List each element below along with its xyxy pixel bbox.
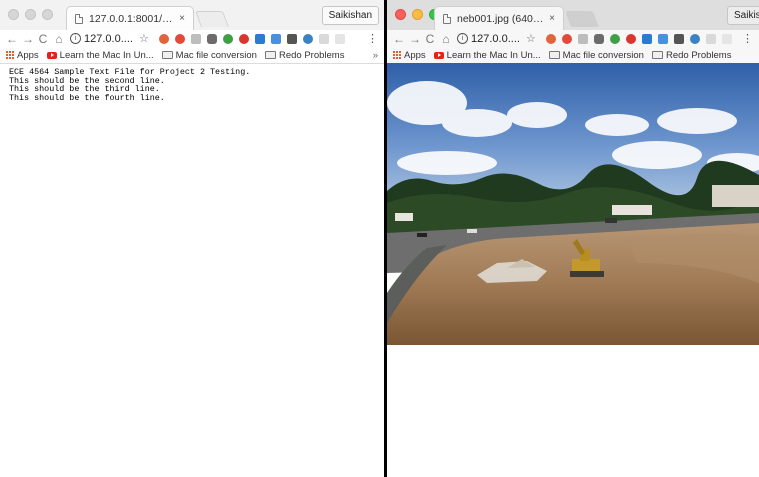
bookmark-star-icon[interactable]: ☆: [526, 32, 536, 45]
info-icon[interactable]: i: [457, 33, 468, 44]
extension-icon[interactable]: [158, 33, 169, 44]
bookmarks-bar: Apps Learn the Mac In Un... Mac file con…: [0, 47, 384, 64]
extension-icon[interactable]: [577, 33, 588, 44]
tab-title: 127.0.0.1:8001/text_sample.t: [89, 12, 175, 25]
forward-icon[interactable]: →: [409, 32, 421, 46]
bookmark-mac-file-conversion[interactable]: Mac file conversion: [161, 50, 257, 61]
back-icon[interactable]: ←: [393, 32, 405, 46]
extension-icon[interactable]: [206, 33, 217, 44]
tab-strip: neb001.jpg (640×480) × Saikishan: [387, 0, 759, 30]
page-icon: [75, 13, 83, 24]
minimize-window-button[interactable]: [25, 9, 36, 20]
extension-icon[interactable]: [545, 33, 556, 44]
extension-icon[interactable]: [190, 33, 201, 44]
extension-icon[interactable]: [174, 33, 185, 44]
bookmarks-overflow-button[interactable]: »: [373, 50, 378, 61]
toolbar: ← → C ⌂ i 127.0.0.... ☆ ⋮: [0, 30, 384, 47]
extension-icon[interactable]: [222, 33, 233, 44]
text-file-content: ECE 4564 Sample Text File for Project 2 …: [0, 64, 384, 106]
tab-close-icon[interactable]: ×: [549, 13, 555, 24]
address-bar[interactable]: i 127.0.0....: [457, 33, 520, 45]
toolbar: ← → C ⌂ i 127.0.0.... ☆ ⋮: [387, 30, 759, 47]
new-tab-button[interactable]: [195, 11, 229, 27]
extension-icon[interactable]: [657, 33, 668, 44]
bookmark-star-icon[interactable]: ☆: [139, 32, 149, 45]
bookmark-redo-problems[interactable]: Redo Problems: [651, 50, 731, 61]
extension-icon[interactable]: [689, 33, 700, 44]
folder-icon: [161, 51, 173, 59]
folder-icon: [651, 51, 663, 59]
bookmark-redo-problems[interactable]: Redo Problems: [264, 50, 344, 61]
extension-icon[interactable]: [641, 33, 652, 44]
home-icon[interactable]: ⌂: [441, 32, 451, 46]
text-line: This should be the fourth line.: [9, 92, 165, 103]
close-window-button[interactable]: [395, 9, 406, 20]
minimize-window-button[interactable]: [412, 9, 423, 20]
close-window-button[interactable]: [8, 9, 19, 20]
tab-image[interactable]: neb001.jpg (640×480) ×: [434, 6, 564, 30]
extensions-area: [545, 33, 732, 44]
back-icon[interactable]: ←: [6, 32, 18, 46]
address-text: 127.0.0....: [471, 32, 520, 45]
tab-strip: 127.0.0.1:8001/text_sample.t × Saikishan: [0, 0, 384, 30]
address-bar[interactable]: i 127.0.0....: [70, 33, 133, 45]
page-icon: [443, 13, 451, 24]
extension-icon[interactable]: [593, 33, 604, 44]
address-text: 127.0.0....: [84, 32, 133, 45]
new-tab-button[interactable]: [565, 11, 599, 27]
window-controls: [8, 9, 53, 20]
bookmark-apps[interactable]: Apps: [393, 50, 426, 61]
extension-icon[interactable]: [561, 33, 572, 44]
extension-icon[interactable]: [334, 33, 345, 44]
reload-icon[interactable]: C: [425, 32, 435, 46]
construction-site-photo: [387, 63, 759, 345]
tab-title: neb001.jpg (640×480): [457, 12, 545, 25]
menu-icon[interactable]: ⋮: [367, 32, 378, 45]
info-icon[interactable]: i: [70, 33, 81, 44]
extension-icon[interactable]: [302, 33, 313, 44]
extensions-area: [158, 33, 345, 44]
bookmark-mac-file-conversion[interactable]: Mac file conversion: [548, 50, 644, 61]
extension-icon[interactable]: [625, 33, 636, 44]
folder-icon: [264, 51, 276, 59]
forward-icon[interactable]: →: [22, 32, 34, 46]
youtube-icon: [46, 51, 57, 59]
left-browser-window: 127.0.0.1:8001/text_sample.t × Saikishan…: [0, 0, 384, 477]
profile-button[interactable]: Saikishan: [321, 6, 379, 25]
folder-icon: [548, 51, 560, 59]
home-icon[interactable]: ⌂: [54, 32, 64, 46]
extension-icon[interactable]: [705, 33, 716, 44]
right-browser-window: neb001.jpg (640×480) × Saikishan ← → C ⌂…: [387, 0, 759, 477]
tab-close-icon[interactable]: ×: [179, 13, 185, 24]
youtube-icon: [433, 51, 444, 59]
bookmark-apps[interactable]: Apps: [6, 50, 39, 61]
extension-icon[interactable]: [318, 33, 329, 44]
reload-icon[interactable]: C: [38, 32, 48, 46]
bookmarks-bar: Apps Learn the Mac In Un... Mac file con…: [387, 47, 759, 64]
extension-icon[interactable]: [286, 33, 297, 44]
extension-icon[interactable]: [609, 33, 620, 44]
extension-icon[interactable]: [673, 33, 684, 44]
bookmark-learn-mac[interactable]: Learn the Mac In Un...: [433, 50, 541, 61]
apps-icon: [6, 51, 14, 59]
extension-icon[interactable]: [721, 33, 732, 44]
apps-icon: [393, 51, 401, 59]
extension-icon[interactable]: [254, 33, 265, 44]
profile-button[interactable]: Saikishan: [727, 6, 759, 25]
menu-icon[interactable]: ⋮: [742, 32, 753, 45]
bookmark-learn-mac[interactable]: Learn the Mac In Un...: [46, 50, 154, 61]
extension-icon[interactable]: [238, 33, 249, 44]
tab-text-sample[interactable]: 127.0.0.1:8001/text_sample.t ×: [66, 6, 194, 30]
zoom-window-button[interactable]: [42, 9, 53, 20]
extension-icon[interactable]: [270, 33, 281, 44]
image-viewer: [387, 63, 759, 477]
